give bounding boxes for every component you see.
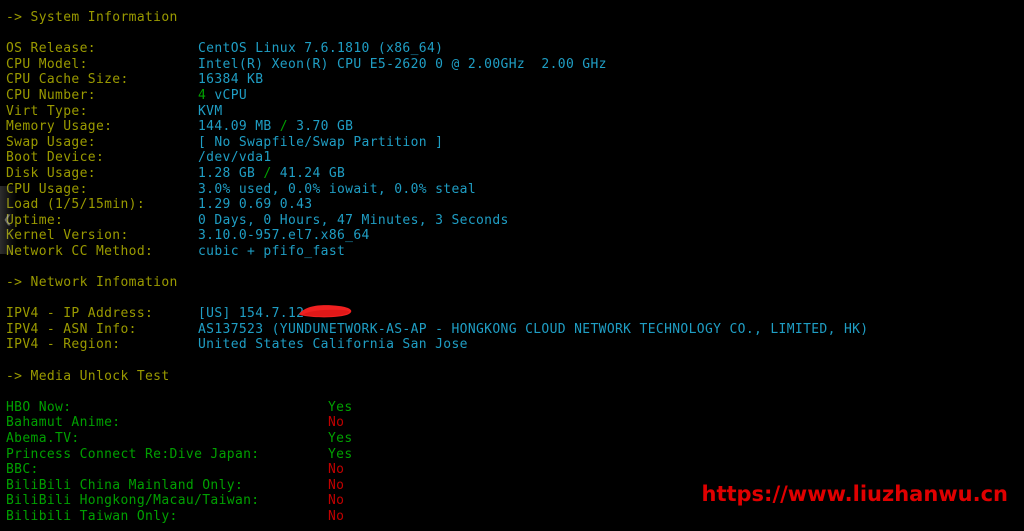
row-label: HBO Now:: [6, 399, 72, 415]
terminal-row: Load (1/5/15min): 1.29 0.69 0.43: [6, 197, 1024, 213]
row-label: Load (1/5/15min):: [6, 197, 146, 213]
terminal-row: HBO Now: Yes: [6, 400, 1024, 416]
row-label: Disk Usage:: [6, 165, 96, 181]
terminal-row: CPU Cache Size: 16384 KB: [6, 72, 1024, 88]
row-value-yes: Yes: [328, 446, 353, 462]
terminal-row: BBC: No: [6, 462, 1024, 478]
terminal-row: Swap Usage: [ No Swapfile/Swap Partition …: [6, 135, 1024, 151]
network-information-list: IPV4 - IP Address: [US] 154.7.12 IPV4 - AS…: [6, 306, 1024, 353]
row-label: CPU Usage:: [6, 181, 88, 197]
row-label: CPU Model:: [6, 56, 88, 72]
terminal-row: Bahamut Anime: No: [6, 415, 1024, 431]
terminal-row: CPU Number: 4 vCPU: [6, 88, 1024, 104]
row-value: 16384 KB: [198, 72, 264, 88]
row-label: CPU Number:: [6, 87, 96, 103]
row-label: Virt Type:: [6, 103, 88, 119]
row-label: Swap Usage:: [6, 134, 96, 150]
row-value-separator: /: [255, 165, 280, 181]
terminal-row: Memory Usage: 144.09 MB / 3.70 GB: [6, 119, 1024, 135]
section-header-network: -> Network Infomation: [6, 275, 178, 291]
row-value-secondary: 3.70 GB: [296, 119, 354, 135]
row-value: cubic + pfifo_fast: [198, 243, 346, 259]
row-label: Uptime:: [6, 212, 64, 228]
row-value: KVM: [198, 103, 223, 119]
row-value-yes: Yes: [328, 431, 353, 447]
row-label: Bahamut Anime:: [6, 415, 121, 431]
row-label: OS Release:: [6, 41, 96, 57]
section-header-media: -> Media Unlock Test: [6, 368, 170, 384]
system-information-list: OS Release: CentOS Linux 7.6.1810 (x86_64…: [6, 41, 1024, 259]
row-value: [ No Swapfile/Swap Partition ]: [198, 134, 444, 150]
terminal-row: IPV4 - ASN Info: AS137523 (YUNDUNETWORK-A…: [6, 322, 1024, 338]
row-label: IPV4 - ASN Info:: [6, 321, 137, 337]
row-value-accent: 4: [198, 87, 207, 103]
terminal-row: Kernel Version: 3.10.0-957.el7.x86_64: [6, 228, 1024, 244]
section-header-system: -> System Information: [6, 10, 178, 25]
row-label: BiliBili Hongkong/Macau/Taiwan:: [6, 493, 260, 509]
row-value-no: No: [328, 493, 345, 509]
row-value: 1.29 0.69 0.43: [198, 197, 313, 213]
row-label: BiliBili China Mainland Only:: [6, 477, 244, 493]
row-value: 3.0% used, 0.0% iowait, 0.0% steal: [198, 181, 477, 197]
terminal-row: IPV4 - Region: United States California S…: [6, 337, 1024, 353]
row-value: Intel(R) Xeon(R) CPU E5-2620 0 @ 2.00GHz…: [198, 56, 607, 72]
site-watermark: https://www.liuzhanwu.cn: [701, 482, 1009, 506]
terminal-row: IPV4 - IP Address: [US] 154.7.12: [6, 306, 1024, 322]
row-label: Boot Device:: [6, 150, 105, 166]
row-label: Princess Connect Re:Dive Japan:: [6, 446, 260, 462]
terminal-row: Virt Type: KVM: [6, 104, 1024, 120]
terminal-row: OS Release: CentOS Linux 7.6.1810 (x86_64…: [6, 41, 1024, 57]
row-label: CPU Cache Size:: [6, 72, 129, 88]
row-label: IPV4 - Region:: [6, 337, 121, 353]
terminal-window[interactable]: -> System Information OS Release: CentOS …: [0, 0, 1024, 531]
row-value-yes: Yes: [328, 399, 353, 415]
row-label: Bilibili Taiwan Only:: [6, 509, 178, 524]
row-value: 144.09 MB: [198, 119, 272, 135]
row-value-separator: /: [271, 119, 297, 135]
terminal-row: Network CC Method: cubic + pfifo_fast: [6, 244, 1024, 260]
row-value: /dev/vda1: [198, 150, 272, 166]
row-value: [US] 154.7.12: [198, 306, 305, 322]
row-value-no: No: [328, 477, 345, 493]
row-value: AS137523 (YUNDUNETWORK-AS-AP - HONGKONG …: [198, 321, 869, 337]
row-value: United States California San Jose: [198, 337, 468, 353]
row-label: Kernel Version:: [6, 228, 129, 244]
row-value: CentOS Linux 7.6.1810 (x86_64): [198, 41, 444, 57]
row-label: IPV4 - IP Address:: [6, 306, 154, 322]
terminal-row: Bilibili Taiwan Only: No: [6, 509, 1024, 525]
row-value-no: No: [328, 462, 345, 478]
terminal-row: Abema.TV: Yes: [6, 431, 1024, 447]
row-label: Abema.TV:: [6, 431, 80, 447]
row-value-no: No: [328, 415, 345, 431]
row-value: 3.10.0-957.el7.x86_64: [198, 228, 370, 244]
row-value-secondary: 41.24 GB: [279, 165, 346, 181]
row-label: Network CC Method:: [6, 243, 154, 259]
row-value: 1.28 GB: [198, 165, 256, 181]
terminal-row: Uptime: 0 Days, 0 Hours, 47 Minutes, 3 Se…: [6, 213, 1024, 229]
row-value: vCPU: [206, 87, 248, 103]
row-label: BBC:: [6, 462, 39, 478]
terminal-row: CPU Usage: 3.0% used, 0.0% iowait, 0.0% s…: [6, 182, 1024, 198]
terminal-row: Boot Device: /dev/vda1: [6, 150, 1024, 166]
row-value: 0 Days, 0 Hours, 47 Minutes, 3 Seconds: [198, 212, 509, 228]
terminal-row: Princess Connect Re:Dive Japan: Yes: [6, 447, 1024, 463]
terminal-row: Disk Usage: 1.28 GB / 41.24 GB: [6, 166, 1024, 182]
row-label: Memory Usage:: [6, 119, 113, 135]
row-value-no: No: [328, 509, 345, 524]
terminal-row: CPU Model: Intel(R) Xeon(R) CPU E5-2620 0…: [6, 57, 1024, 73]
